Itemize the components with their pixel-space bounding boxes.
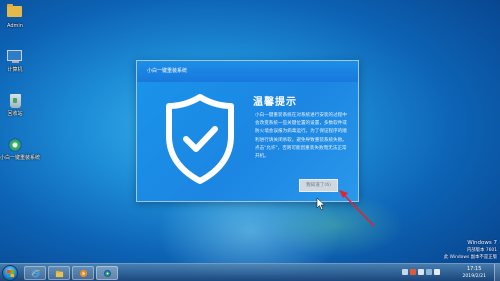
volume-icon[interactable] [434, 269, 440, 275]
app-icon [7, 138, 23, 154]
network-icon[interactable] [426, 269, 432, 275]
taskbar-ie-button[interactable] [24, 266, 46, 280]
dialog-heading: 温馨提示 [253, 97, 297, 108]
taskbar: 17:15 2019/2/21 [0, 263, 500, 281]
app-icon [103, 269, 112, 278]
taskbar-explorer-button[interactable] [48, 266, 70, 280]
desktop-icon-admin[interactable]: Admin [0, 2, 30, 29]
dialog-body: 温馨提示 小白一键重装系统在对系统进行安装的过程中会改变系统一些关键位置的设置，… [137, 82, 358, 201]
clock-time: 17:15 [467, 266, 482, 272]
clock-date: 2019/2/21 [462, 274, 486, 279]
keyboard-icon[interactable] [402, 269, 408, 275]
shield-check-icon [166, 94, 234, 184]
taskbar-media-player-button[interactable] [72, 266, 94, 280]
system-tray: 17:15 2019/2/21 [390, 264, 500, 281]
media-player-icon [79, 269, 88, 278]
watermark-build: 内部版本 7601 [466, 248, 497, 253]
show-desktop-button[interactable] [494, 264, 500, 281]
desktop-icon-label: Admin [7, 23, 23, 29]
watermark-edition: Windows 7 [467, 240, 497, 246]
desktop-icon-label: 小白一键重装系统 [0, 155, 41, 161]
start-button[interactable] [2, 265, 18, 281]
tray-app-icon[interactable] [410, 269, 416, 275]
folder-icon [7, 4, 23, 22]
desktop-icon-label: 计算机 [7, 67, 23, 73]
explorer-icon [55, 270, 64, 278]
desktop-icon-xiaobai[interactable]: 小白一键重装系统 [0, 137, 41, 161]
confirm-button[interactable]: 我知道了(6) [299, 179, 338, 192]
recycle-bin-icon [7, 94, 23, 110]
desktop-icon-recycle-bin[interactable]: 回收站 [0, 93, 30, 117]
warning-dialog: 小白一键重装系统 温馨提示 小白一键重装系统在对系统进行安装的过程中会改变系统一… [136, 60, 359, 202]
windows-watermark: Windows 7 内部版本 7601 此 Windows 副本不是正版 [444, 240, 497, 261]
windows-logo-icon [7, 270, 14, 277]
dialog-title: 小白一键重装系统 [137, 61, 358, 82]
dialog-description: 小白一键重装系统在对系统进行安装的过程中会改变系统一些关键位置的设置，多数软件或… [255, 113, 347, 160]
watermark-notice: 此 Windows 副本不是正版 [443, 255, 497, 260]
computer-icon [7, 50, 23, 66]
flag-icon[interactable] [418, 269, 424, 275]
ie-icon [31, 269, 40, 278]
desktop-icon-label: 回收站 [7, 111, 23, 117]
desktop-icon-computer[interactable]: 计算机 [0, 48, 30, 73]
taskbar-clock[interactable]: 17:15 2019/2/21 [462, 266, 486, 280]
taskbar-xiaobai-button[interactable] [96, 266, 118, 280]
